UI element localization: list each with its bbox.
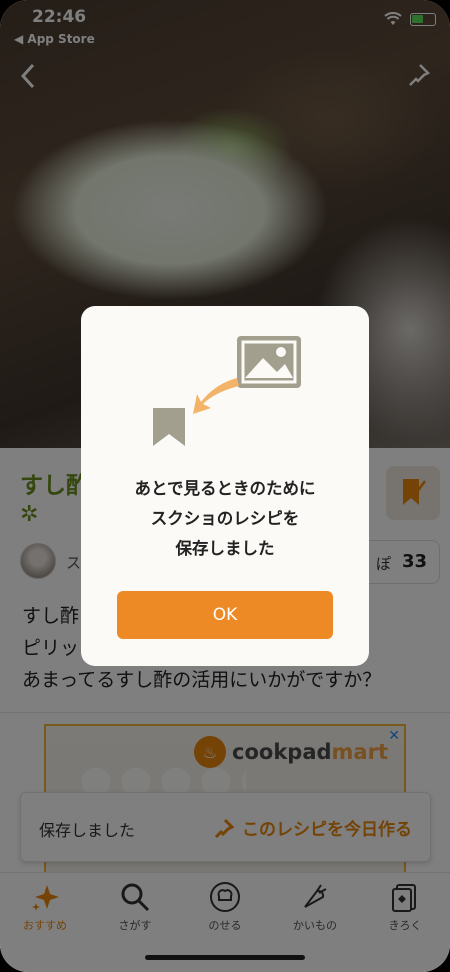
ok-button[interactable]: OK [117, 591, 333, 639]
dialog-line: スクショのレシピを [150, 509, 300, 528]
image-to-bookmark-illustration [153, 336, 301, 446]
arrow-icon [193, 378, 239, 414]
app-screen: 22:46 ◀ App Store すし酢 ✲ ス ぽ 33 すし酢 ピリッ あ… [0, 0, 450, 972]
dialog-line: あとで見るときのために [134, 479, 316, 498]
image-icon [237, 336, 301, 388]
dialog-message: あとで見るときのために スクショのレシピを 保存しました [81, 474, 369, 564]
dialog-line: 保存しました [175, 539, 275, 558]
saved-screenshot-dialog: あとで見るときのために スクショのレシピを 保存しました OK [81, 306, 369, 666]
bookmark-icon [153, 408, 185, 446]
